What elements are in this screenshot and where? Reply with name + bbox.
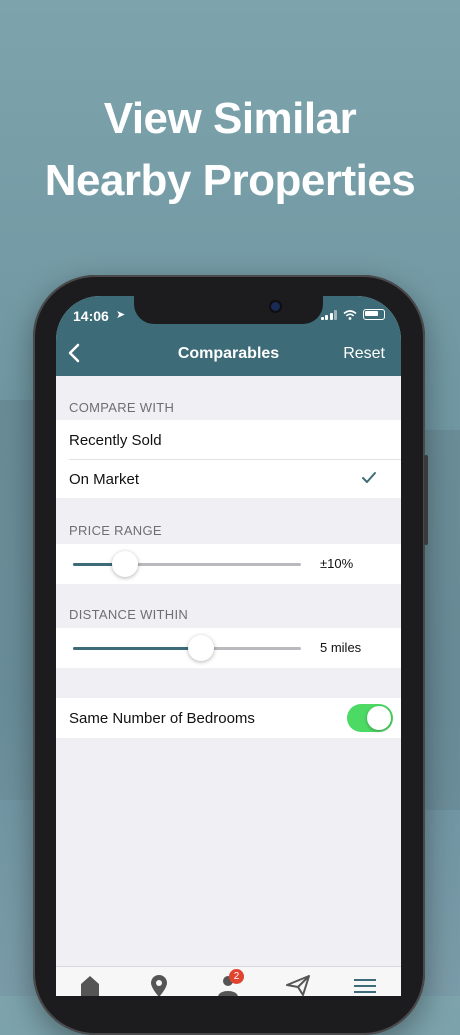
- headline-line-1: View Similar: [103, 94, 357, 143]
- nav-bar: Comparables Reset: [56, 332, 401, 376]
- toggle-knob: [367, 706, 391, 730]
- distance-within-header: DISTANCE WITHIN: [69, 607, 189, 622]
- menu-icon[interactable]: [353, 973, 377, 996]
- distance-slider-fill: [73, 647, 201, 650]
- wifi-icon: [343, 309, 357, 320]
- compare-with-group: Recently Sold On Market: [56, 420, 401, 498]
- distance-value: 5 miles: [320, 640, 362, 655]
- camera-icon: [271, 302, 280, 311]
- distance-slider-thumb[interactable]: [188, 635, 214, 661]
- location-arrow-icon: ➤: [116, 309, 126, 321]
- option-on-market[interactable]: On Market: [69, 471, 139, 488]
- option-recently-sold[interactable]: Recently Sold: [69, 432, 162, 449]
- headline-line-2: Nearby Properties: [44, 156, 416, 205]
- phone-side-button: [424, 455, 428, 545]
- notification-badge: 2: [229, 969, 244, 984]
- compare-with-header: COMPARE WITH: [69, 400, 175, 415]
- distance-slider[interactable]: [73, 635, 301, 661]
- battery-icon: [363, 309, 385, 320]
- tab-bar: 2: [56, 966, 401, 996]
- signal-icon: [320, 309, 337, 320]
- bedrooms-toggle[interactable]: [347, 704, 393, 732]
- map-pin-icon[interactable]: [147, 973, 171, 996]
- divider: [69, 459, 401, 460]
- plane-icon[interactable]: [285, 973, 311, 996]
- price-range-slider[interactable]: [73, 551, 301, 577]
- status-time: 14:06: [73, 308, 109, 324]
- profile-tab[interactable]: 2: [216, 969, 244, 996]
- headline: View Similar Nearby Properties: [0, 88, 460, 212]
- price-range-value: ±10%: [320, 556, 354, 571]
- price-range-slider-thumb[interactable]: [112, 551, 138, 577]
- price-range-header: PRICE RANGE: [69, 523, 162, 538]
- price-range-cell: ±10%: [56, 544, 401, 584]
- bedrooms-label: Same Number of Bedrooms: [69, 710, 255, 727]
- distance-within-cell: 5 miles: [56, 628, 401, 668]
- status-icons: [320, 309, 385, 320]
- phone-screen: 14:06 ➤ Comparables Reset COMPARE WITH R…: [56, 296, 401, 996]
- reset-button[interactable]: Reset: [343, 345, 385, 363]
- notch: [134, 296, 323, 324]
- bedrooms-cell: Same Number of Bedrooms: [56, 698, 401, 738]
- checkmark-icon: [362, 472, 376, 483]
- home-icon[interactable]: [78, 973, 102, 996]
